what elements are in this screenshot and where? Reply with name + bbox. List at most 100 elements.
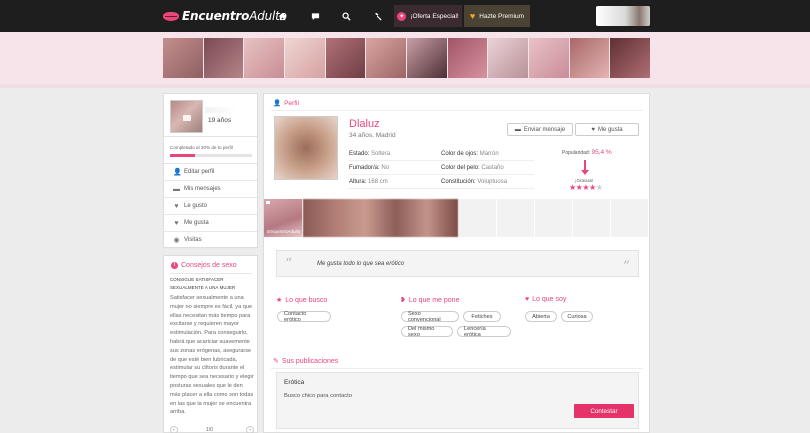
section-title-text: Lo que soy [532,296,567,303]
gallery-photo[interactable] [325,38,366,78]
sidebar-item-label: Mis mensajes [184,186,221,192]
featured-gallery [163,38,651,78]
section-title-profile: 👤 Perfil [273,99,299,108]
publication-card: Erótica Busco chico para contacto Contes… [276,372,639,429]
heart-icon: ♥ [591,126,595,133]
private-photos-blurred[interactable] [303,199,458,237]
gallery-photo[interactable] [610,38,651,78]
divider [164,136,257,137]
user-icon: 👤 [173,168,182,176]
send-message-button[interactable]: ▬ Enviar mensaje [507,123,573,136]
profile-photo-strip: EncuentroAdulto [264,199,650,237]
profile-photo[interactable] [274,116,338,180]
chevron-right-icon[interactable]: › [246,426,254,433]
photo-placeholder [611,199,648,237]
gallery-photo[interactable] [244,38,285,78]
profile-photo-thumb[interactable]: EncuentroAdulto [264,199,302,237]
tag-i-am: Curiosa [561,311,593,322]
profile-completion-fill [170,154,195,157]
sex-tips-title: i Consejos de sexo [171,262,237,269]
gift-icon: ✦ [397,11,407,21]
publication-title: Erótica [284,379,305,386]
gallery-photo[interactable] [447,38,488,78]
premium-button[interactable]: ♥ Hazte Premium [464,5,530,27]
section-title-looking-for: ★ Lo que busco [276,296,327,305]
username-blurred [205,107,237,113]
sidebar-item-likes-me[interactable]: ♥ Le gusto [164,198,257,215]
section-title-publications: ✎ Sus publicaciones [273,357,339,366]
section-title-i-am: ♥ Lo que soy [525,296,566,303]
profile-quote: “ Me gusta todo lo que sea erótico ” [276,250,639,277]
gallery-photo[interactable] [569,38,610,78]
gallery-photo[interactable] [163,38,203,78]
gallery-photo[interactable] [203,38,244,78]
publication-text: Busco chico para contacto [284,393,352,399]
tag-turn-on: Lencería erótica [457,326,511,338]
star-icon[interactable]: ★ [589,183,596,192]
user-icon: 👤 [273,100,282,107]
avatar[interactable] [170,100,203,133]
sidebar-item-messages[interactable]: ▬ Mis mensajes [164,181,257,198]
divider [271,368,643,369]
like-button[interactable]: ♥ Me gusta [575,123,639,136]
chat-icon[interactable] [299,0,331,32]
special-offer-label: ¡Oferta Especial! [410,12,459,20]
sidebar-menu: 👤 Editar perfil ▬ Mis mensajes ♥ Le gusto ♥… [164,164,257,249]
tips-pager: ‹ 1/0 › [170,426,254,433]
section-title-text: Lo que me pone [408,296,460,304]
user-menu[interactable] [596,6,650,26]
photo-placeholder [573,199,610,237]
rating-stars[interactable]: ★★★★★ [569,183,603,192]
attribute-height: Altura: 168 cm [349,178,388,185]
attribute-build: Constitución: Voluptuosa [441,178,508,185]
attribute-status: Estado: Soltera [349,150,391,157]
popularity-value: 95,4 % [591,149,612,156]
gallery-photo[interactable] [529,38,569,78]
gallery-photo[interactable] [366,38,407,78]
eye-icon: ◉ [173,236,180,244]
chevron-left-icon[interactable]: ‹ [170,426,178,433]
attribute-smoker: Fumador/a: No [349,164,390,171]
sidebar-item-label: Me gusta [184,220,209,226]
chat-icon: ▬ [173,185,180,193]
sidebar-item-i-like[interactable]: ♥ Me gusta [164,215,257,232]
gallery-photo[interactable] [488,38,529,78]
photo-placeholder [497,199,534,237]
gallery-photo[interactable] [285,38,325,78]
attribute-row: Fumador/a: No Color del pelo: Castaño [349,161,534,175]
photo-placeholder [459,199,496,237]
special-offer-button[interactable]: ✦ ¡Oferta Especial! [394,5,462,27]
star-icon[interactable]: ★ [569,183,576,192]
quote-open-icon: “ [285,256,293,272]
attribute-eye-color: Color de ojos: Marrón [441,150,499,157]
sidebar-item-visits[interactable]: ◉ Visitas [164,232,257,249]
heart-icon: ♥ [174,219,179,227]
tips-page-number: 1/0 [206,427,213,433]
chat-icon: ▬ [514,126,521,133]
profile-completion-text: Completado al 30% de tu perfil [170,145,233,150]
tools-icon[interactable] [362,0,394,32]
arrow-down-icon [581,160,589,175]
top-navigation-bar: EncuentroAdulto ✦ ¡Oferta Especial! ♥ Ha… [0,0,810,32]
attribute-row: Altura: 168 cm Constitución: Voluptuosa [349,175,534,189]
send-message-label: Enviar mensaje [523,126,566,133]
star-icon[interactable]: ★ [596,183,603,192]
gallery-photo[interactable] [407,38,447,78]
like-label: Me gusta [597,126,623,133]
star-icon[interactable]: ★ [582,183,589,192]
divider [271,110,643,111]
sidebar-item-edit-profile[interactable]: 👤 Editar perfil [164,164,257,181]
tag-i-am: Abierta [525,311,557,322]
tag-turn-on: Fetiches [463,311,501,322]
home-icon[interactable] [266,0,298,32]
quote-text: Me gusta todo lo que sea erótico [317,261,405,267]
sex-tips-body: Satisfacer sexualmente a una mujer no si… [170,295,254,416]
reply-button[interactable]: Contestar [574,404,634,418]
sex-tips-title-text: Consejos de sexo [181,262,237,269]
my-age: 19 años [208,117,232,124]
search-icon[interactable] [330,0,362,32]
section-title-text: Sus publicaciones [281,357,339,365]
heart-icon: ♥ [469,11,476,21]
section-title-text: Perfil [284,99,299,107]
camera-icon [266,201,270,204]
